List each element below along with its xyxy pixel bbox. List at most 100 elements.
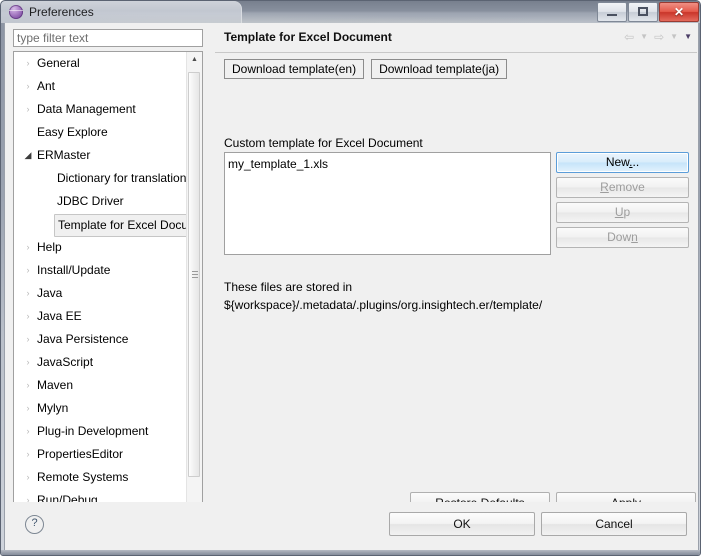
storage-note-line-2: ${workspace}/.metadata/.plugins/org.insi… — [224, 298, 543, 312]
tree-expanded-arrow-icon[interactable]: ◢ — [22, 144, 34, 167]
preferences-window: Preferences ✕ ›General›Ant›Data Manageme… — [0, 0, 701, 556]
sidebar-item-maven[interactable]: › Maven — [14, 374, 189, 397]
sidebar-item-label: Data Management — [37, 102, 136, 116]
up-button[interactable]: Up — [556, 202, 689, 223]
window-controls: ✕ — [597, 2, 700, 22]
forward-history-chevron-down-icon[interactable]: ▼ — [670, 30, 678, 44]
sidebar-item-label: Remote Systems — [37, 470, 129, 484]
sidebar-item-remote-systems[interactable]: › Remote Systems — [14, 466, 189, 489]
preference-page: Template for Excel Document ⇦ ▼ ⇨ ▼ ▼ Do… — [215, 26, 697, 521]
tree-collapsed-arrow-icon[interactable]: › — [22, 420, 34, 443]
close-icon: ✕ — [673, 5, 685, 19]
tree-collapsed-arrow-icon[interactable]: › — [22, 236, 34, 259]
sidebar-item-plug-in-development[interactable]: › Plug-in Development — [14, 420, 189, 443]
storage-note-line-1: These files are stored in — [224, 280, 353, 294]
forward-arrow-icon[interactable]: ⇨ — [654, 30, 664, 44]
maximize-icon — [638, 7, 648, 16]
sidebar-item-label: General — [37, 56, 80, 70]
preferences-sphere-icon — [9, 5, 23, 19]
sidebar-item-java-persistence[interactable]: › Java Persistence — [14, 328, 189, 351]
sidebar-item-data-management[interactable]: › Data Management — [14, 98, 189, 121]
tree-collapsed-arrow-icon[interactable]: › — [22, 75, 34, 98]
sidebar-item-label: JavaScript — [37, 355, 94, 369]
tree-collapsed-arrow-icon[interactable]: › — [22, 259, 34, 282]
scrollbar-thumb[interactable] — [188, 72, 200, 477]
list-item[interactable]: my_template_1.xls — [225, 153, 550, 173]
sidebar-item-jdbc-driver[interactable]: JDBC Driver — [14, 190, 189, 213]
sidebar-item-label: Java EE — [37, 309, 82, 323]
custom-template-list[interactable]: my_template_1.xls — [224, 152, 551, 255]
down-button-label: Down — [607, 230, 638, 244]
back-history-chevron-down-icon[interactable]: ▼ — [640, 30, 648, 44]
tree-collapsed-arrow-icon[interactable]: › — [22, 466, 34, 489]
preferences-dialog-body: ›General›Ant›Data ManagementEasy Explore… — [4, 23, 699, 529]
sidebar-item-easy-explore[interactable]: Easy Explore — [14, 121, 189, 144]
sidebar-item-label: Plug-in Development — [37, 424, 149, 438]
sidebar-item-propertieseditor[interactable]: › PropertiesEditor — [14, 443, 189, 466]
tree-collapsed-arrow-icon[interactable]: › — [22, 282, 34, 305]
sidebar-item-javascript[interactable]: › JavaScript — [14, 351, 189, 374]
tree-collapsed-arrow-icon[interactable]: › — [22, 397, 34, 420]
tree-collapsed-arrow-icon[interactable]: › — [22, 328, 34, 351]
window-bottom-chrome — [1, 550, 700, 555]
sidebar-item-label: Ant — [37, 79, 56, 93]
tree-collapsed-arrow-icon[interactable]: › — [22, 351, 34, 374]
help-icon[interactable]: ? — [25, 515, 44, 534]
remove-button-label: Remove — [600, 180, 645, 194]
sidebar-item-install-update[interactable]: › Install/Update — [14, 259, 189, 282]
sidebar-item-label: JDBC Driver — [57, 194, 124, 208]
window-title: Preferences — [29, 5, 94, 19]
sidebar-item-mylyn[interactable]: › Mylyn — [14, 397, 189, 420]
tree-collapsed-arrow-icon[interactable]: › — [22, 98, 34, 121]
dialog-footer: ? OK Cancel — [4, 502, 699, 552]
download-template-ja-button[interactable]: Download template(ja) — [371, 59, 508, 79]
page-nav-icons: ⇦ ▼ ⇨ ▼ ▼ — [624, 30, 692, 44]
page-title: Template for Excel Document — [224, 30, 392, 44]
sidebar-item-label: Help — [37, 240, 62, 254]
preferences-tree-list: › General › Ant › Data Management Easy Explore… — [14, 52, 189, 520]
new-button[interactable]: New... — [556, 152, 689, 173]
sidebar-item-template-for-excel-document[interactable]: Template for Excel Document — [14, 213, 189, 237]
custom-template-label: Custom template for Excel Document — [224, 136, 423, 150]
close-button[interactable]: ✕ — [659, 2, 699, 22]
storage-location-note: These files are stored in ${workspace}/.… — [224, 278, 674, 314]
filter-input[interactable] — [13, 29, 203, 47]
sidebar-item-label: Easy Explore — [37, 125, 108, 139]
sidebar-item-dictionary-for-translation[interactable]: Dictionary for translation — [14, 167, 189, 190]
tree-collapsed-arrow-icon[interactable]: › — [22, 52, 34, 75]
sidebar-item-ant[interactable]: › Ant — [14, 75, 189, 98]
sidebar-item-label: Java Persistence — [37, 332, 129, 346]
back-arrow-icon[interactable]: ⇦ — [624, 30, 634, 44]
tree-collapsed-arrow-icon[interactable]: › — [22, 443, 34, 466]
preferences-tree[interactable]: › General › Ant › Data Management Easy Explore… — [13, 51, 203, 521]
sidebar-item-label: Dictionary for translation — [57, 171, 187, 185]
ok-button[interactable]: OK — [389, 512, 535, 536]
preferences-sidebar: ›General›Ant›Data ManagementEasy Explore… — [10, 26, 207, 521]
sidebar-item-java[interactable]: › Java — [14, 282, 189, 305]
maximize-button[interactable] — [628, 2, 658, 22]
new-button-label: New... — [605, 155, 640, 169]
tree-collapsed-arrow-icon[interactable]: › — [22, 374, 34, 397]
download-template-en-button[interactable]: Download template(en) — [224, 59, 365, 79]
sidebar-item-label: Java — [37, 286, 63, 300]
page-header: Template for Excel Document ⇦ ▼ ⇨ ▼ ▼ — [215, 26, 697, 53]
sidebar-item-label: ERMaster — [37, 148, 91, 162]
cancel-button[interactable]: Cancel — [541, 512, 687, 536]
sidebar-item-help[interactable]: › Help — [14, 236, 189, 259]
page-menu-chevron-down-icon[interactable]: ▼ — [684, 30, 692, 44]
tree-collapsed-arrow-icon[interactable]: › — [22, 305, 34, 328]
tree-vertical-scrollbar[interactable]: ▲ ▼ — [186, 52, 202, 520]
remove-button[interactable]: Remove — [556, 177, 689, 198]
sidebar-item-label: Mylyn — [37, 401, 69, 415]
down-button[interactable]: Down — [556, 227, 689, 248]
sidebar-item-java-ee[interactable]: › Java EE — [14, 305, 189, 328]
title-bar: Preferences ✕ — [1, 1, 700, 23]
scroll-up-arrow-icon[interactable]: ▲ — [187, 52, 202, 68]
minimize-icon — [607, 14, 617, 16]
sidebar-item-general[interactable]: › General — [14, 52, 189, 75]
sidebar-item-ermaster[interactable]: ◢ ERMaster — [14, 144, 189, 167]
sidebar-item-label: PropertiesEditor — [37, 447, 124, 461]
minimize-button[interactable] — [597, 2, 627, 22]
scrollbar-track[interactable] — [187, 68, 202, 504]
download-buttons-row: Download template(en) Download template(… — [224, 59, 508, 79]
